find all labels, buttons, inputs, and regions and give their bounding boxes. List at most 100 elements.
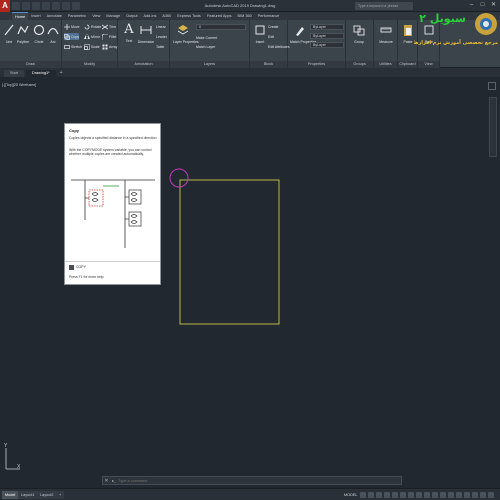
drawing-canvas[interactable]: [-][Top][2D Wireframe] Copy Copies objec…	[0, 77, 500, 474]
polar-icon[interactable]	[384, 492, 390, 498]
layout-tab-layout1[interactable]: Layout1	[18, 491, 38, 499]
tooltip-illustration	[71, 179, 155, 248]
gear-logo-icon	[475, 13, 497, 35]
measure-button[interactable]: Measure	[377, 23, 395, 53]
text-button[interactable]: A Text	[121, 23, 137, 53]
otrack-icon[interactable]	[400, 492, 406, 498]
rotate-button[interactable]: Rotate	[84, 23, 101, 30]
move-button[interactable]: Move	[64, 23, 80, 30]
scale-button[interactable]: Scale	[84, 43, 100, 50]
open-icon[interactable]	[22, 2, 30, 10]
make-current-button[interactable]: Make Current	[196, 34, 217, 41]
undo-icon[interactable]	[62, 2, 70, 10]
tab-express-tools[interactable]: Express Tools	[174, 12, 204, 20]
file-tab-drawing1[interactable]: Drawing1*	[26, 70, 56, 77]
redo-icon[interactable]	[72, 2, 80, 10]
new-tab-icon[interactable]: +	[58, 70, 65, 77]
trim-button[interactable]: Trim	[102, 23, 116, 30]
group-label: Group	[354, 40, 364, 44]
text-icon: A	[124, 22, 134, 37]
properties-panel-title[interactable]: Properties	[288, 61, 345, 68]
tab-manage[interactable]: Manage	[103, 12, 123, 20]
polyline-button[interactable]: Polyline	[15, 23, 31, 53]
modify-panel-title[interactable]: Modify	[62, 61, 117, 68]
tab-parametric[interactable]: Parametric	[65, 12, 89, 20]
leader-button[interactable]: Leader	[156, 33, 167, 40]
group-button[interactable]: Group	[351, 23, 367, 53]
tab-a360[interactable]: A360	[159, 12, 174, 20]
command-input[interactable]	[116, 477, 401, 484]
array-label: Array	[109, 44, 118, 49]
array-button[interactable]: Array	[102, 43, 117, 50]
save-as-icon[interactable]	[42, 2, 50, 10]
text-label: Text	[125, 39, 133, 43]
tab-bim-360[interactable]: BIM 360	[235, 12, 255, 20]
arc-button[interactable]: Arc	[45, 23, 61, 53]
units-icon[interactable]	[456, 492, 462, 498]
status-toggles	[360, 492, 494, 498]
application-menu-button[interactable]: A	[0, 0, 10, 12]
model-space-toggle[interactable]: MODEL	[344, 491, 358, 499]
osnap-icon[interactable]	[392, 492, 398, 498]
draw-panel-title[interactable]: Draw	[0, 61, 61, 68]
ortho-icon[interactable]	[376, 492, 382, 498]
drawn-rectangle[interactable]	[179, 179, 280, 325]
fillet-button[interactable]: Fillet	[102, 33, 116, 40]
viewcube-icon[interactable]	[488, 82, 496, 90]
annotation-monitor-icon[interactable]	[448, 492, 454, 498]
new-icon[interactable]	[12, 2, 20, 10]
annotation-panel-title[interactable]: Annotation	[118, 61, 169, 68]
status-bar: Model Layout1 Layout2 + MODEL	[0, 488, 500, 500]
match-layer-button[interactable]: Match Layer	[196, 43, 215, 50]
stretch-button[interactable]: Stretch	[64, 43, 82, 50]
tab-annotate[interactable]: Annotate	[44, 12, 65, 20]
workspace-gear-icon[interactable]	[440, 492, 446, 498]
edit-attributes-button[interactable]: Edit Attributes	[268, 43, 290, 50]
transparency-icon[interactable]	[416, 492, 422, 498]
file-tab-start[interactable]: Start	[4, 70, 25, 77]
lineweight-dropdown[interactable]: ByLayer	[310, 42, 344, 48]
copy-button[interactable]: Copy	[64, 33, 80, 40]
mirror-icon	[84, 33, 90, 40]
tab-featured-apps[interactable]: Featured Apps	[204, 12, 235, 20]
annotation-scale-icon[interactable]	[432, 492, 438, 498]
match-properties-button[interactable]: Match Properties	[290, 23, 316, 53]
lineweight-icon[interactable]	[408, 492, 414, 498]
tab-output[interactable]: Output	[123, 12, 140, 20]
linetype-dropdown[interactable]: ByLayer	[310, 33, 344, 39]
close-icon[interactable]: ✕	[103, 478, 110, 484]
tab-insert[interactable]: Insert	[28, 12, 44, 20]
customization-menu-icon[interactable]	[488, 492, 494, 498]
grid-icon[interactable]	[360, 492, 366, 498]
edit-block-button[interactable]: Edit	[268, 33, 274, 40]
layer-properties-button[interactable]: Layer Properties	[173, 23, 199, 53]
dimension-button[interactable]: Dimension	[137, 23, 155, 53]
isolate-objects-icon[interactable]	[464, 492, 470, 498]
create-block-button[interactable]: Create	[268, 23, 279, 30]
search-input[interactable]: Type a keyword or phrase	[355, 2, 413, 10]
color-dropdown[interactable]: ByLayer	[310, 24, 344, 30]
layout-tab-layout2[interactable]: Layout2	[37, 491, 57, 499]
add-layout-icon[interactable]: +	[56, 491, 65, 499]
linear-button[interactable]: Linear	[156, 23, 166, 30]
tab-performance[interactable]: Performance	[255, 12, 283, 20]
insert-block-button[interactable]: Insert	[252, 23, 268, 53]
hardware-acceleration-icon[interactable]	[472, 492, 478, 498]
layers-panel-title[interactable]: Layers	[170, 61, 249, 68]
clean-screen-icon[interactable]	[480, 492, 486, 498]
tab-view[interactable]: View	[89, 12, 103, 20]
tab-add-ins[interactable]: Add-ins	[141, 12, 160, 20]
navigation-bar[interactable]	[489, 97, 497, 157]
table-button[interactable]: Table	[156, 43, 164, 50]
utilities-panel-title[interactable]: Utilities	[374, 61, 397, 68]
block-panel-title[interactable]: Block	[250, 61, 287, 68]
save-icon[interactable]	[32, 2, 40, 10]
groups-panel-title[interactable]: Groups	[346, 61, 373, 68]
snap-icon[interactable]	[368, 492, 374, 498]
layout-tab-model[interactable]: Model	[2, 491, 19, 499]
layer-dropdown[interactable]: 0	[196, 24, 246, 30]
mirror-button[interactable]: Mirror	[84, 33, 100, 40]
viewport-controls[interactable]: [-][Top][2D Wireframe]	[2, 83, 36, 87]
plot-icon[interactable]	[52, 2, 60, 10]
selection-cycling-icon[interactable]	[424, 492, 430, 498]
